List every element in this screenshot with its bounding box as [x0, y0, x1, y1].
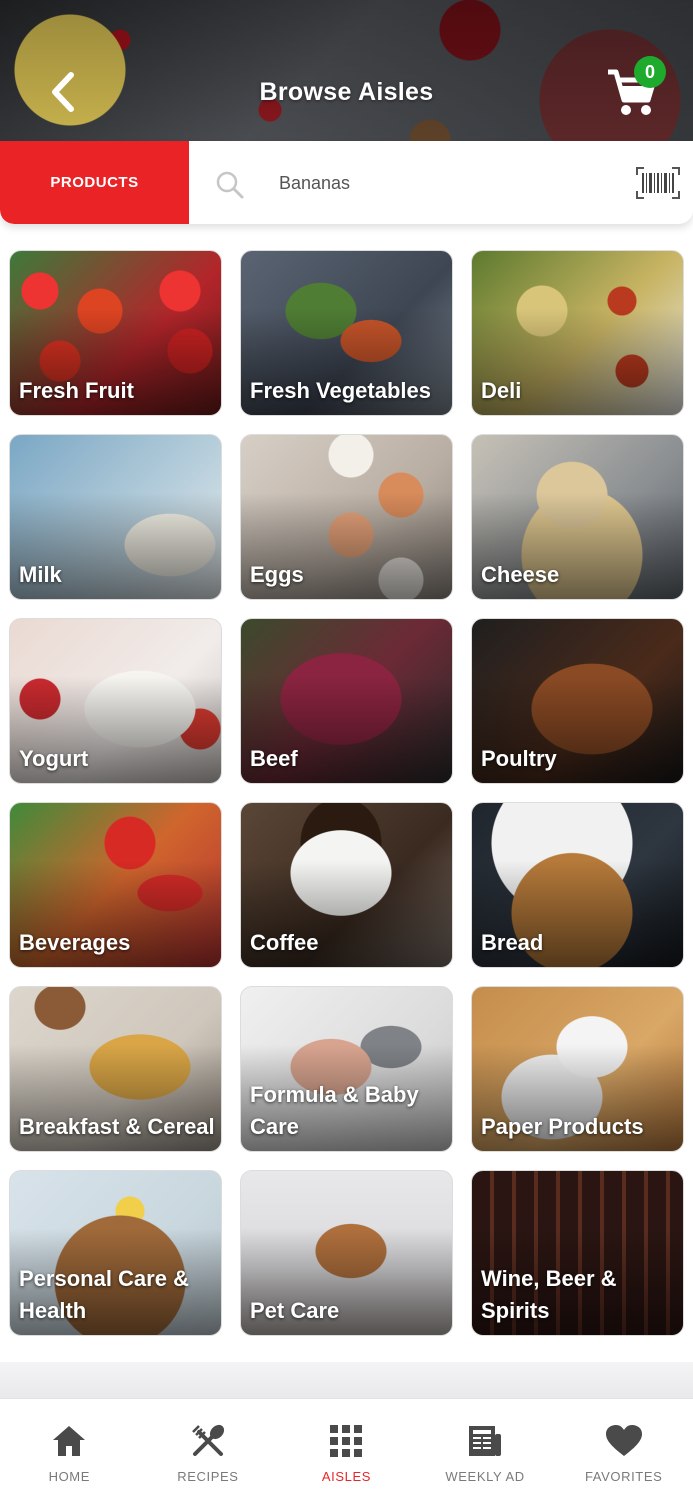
cart-count-badge: 0 — [634, 56, 666, 88]
search-icon — [216, 171, 244, 199]
aisle-tile-wine-beer-spirits[interactable]: Wine, Beer & Spirits — [471, 1170, 684, 1336]
nav-label: HOME — [48, 1469, 90, 1484]
search-input[interactable] — [279, 167, 609, 199]
aisle-tile-poultry[interactable]: Poultry — [471, 618, 684, 784]
aisle-tile-coffee[interactable]: Coffee — [240, 802, 453, 968]
home-icon — [49, 1421, 89, 1461]
nav-item-weekly-ad[interactable]: WEEKLY AD — [416, 1399, 555, 1500]
search-field — [189, 141, 693, 224]
aisle-tile-milk[interactable]: Milk — [9, 434, 222, 600]
nav-label: RECIPES — [177, 1469, 239, 1484]
aisle-label: Fresh Fruit — [19, 378, 134, 403]
aisle-tile-breakfast-cereal[interactable]: Breakfast & Cereal — [9, 986, 222, 1152]
bottom-nav: HOME RECIPES AISLES WEEKLY AD FAVORITES — [0, 1398, 693, 1500]
aisle-tile-paper-products[interactable]: Paper Products — [471, 986, 684, 1152]
aisle-label: Beef — [250, 746, 298, 771]
nav-item-recipes[interactable]: RECIPES — [139, 1399, 278, 1500]
aisle-tile-personal-care-health[interactable]: Personal Care & Health — [9, 1170, 222, 1336]
utensils-icon — [188, 1421, 228, 1461]
aisle-label: Coffee — [250, 930, 319, 955]
aisle-label: Bread — [481, 930, 544, 955]
aisle-label: Deli — [481, 378, 522, 403]
nav-separator — [0, 1362, 693, 1398]
header-banner: Browse Aisles 0 — [0, 0, 693, 162]
nav-label: FAVORITES — [584, 1469, 663, 1484]
aisle-tile-fresh-fruit[interactable]: Fresh Fruit — [9, 250, 222, 416]
aisle-tile-beverages[interactable]: Beverages — [9, 802, 222, 968]
aisle-label: Milk — [19, 562, 62, 587]
nav-item-favorites[interactable]: FAVORITES — [554, 1399, 693, 1500]
nav-item-aisles[interactable]: AISLES — [277, 1399, 416, 1500]
aisle-label: Pet Care — [250, 1298, 340, 1323]
barcode-icon[interactable] — [636, 167, 680, 199]
grid-icon — [326, 1421, 366, 1461]
aisle-tile-formula-baby-care[interactable]: Formula & Baby Care — [240, 986, 453, 1152]
heart-icon — [604, 1421, 644, 1461]
cart-button[interactable]: 0 — [606, 56, 670, 122]
aisle-tile-deli[interactable]: Deli — [471, 250, 684, 416]
page-title: Browse Aisles — [259, 78, 434, 106]
aisle-tile-cheese[interactable]: Cheese — [471, 434, 684, 600]
aisle-label: Personal Care & Health — [19, 1266, 189, 1323]
aisle-tile-eggs[interactable]: Eggs — [240, 434, 453, 600]
aisle-label: Fresh Vegetables — [250, 378, 431, 403]
aisle-tile-yogurt[interactable]: Yogurt — [9, 618, 222, 784]
aisle-label: Paper Products — [481, 1114, 644, 1139]
app-screen: Browse Aisles 0 PRODUCTS Bananas Fresh F… — [0, 0, 693, 1500]
aisle-tile-bread[interactable]: Bread — [471, 802, 684, 968]
aisle-label: Poultry — [481, 746, 557, 771]
aisle-tile-pet-care[interactable]: Pet Care — [240, 1170, 453, 1336]
aisle-label: Cheese — [481, 562, 560, 587]
aisle-label: Formula & Baby Care — [250, 1082, 419, 1139]
aisle-label: Wine, Beer & Spirits — [481, 1266, 617, 1323]
aisle-label: Yogurt — [19, 746, 89, 771]
aisle-tile-fresh-vegetables[interactable]: Fresh Vegetables — [240, 250, 453, 416]
newspaper-icon — [465, 1421, 505, 1461]
nav-item-home[interactable]: HOME — [0, 1399, 139, 1500]
nav-label: AISLES — [321, 1469, 372, 1484]
products-scope-button[interactable]: PRODUCTS — [0, 141, 189, 224]
aisle-label: Beverages — [19, 930, 131, 955]
aisle-tile-beef[interactable]: Beef — [240, 618, 453, 784]
aisle-label: Breakfast & Cereal — [19, 1114, 215, 1139]
aisle-label: Eggs — [250, 562, 304, 587]
aisle-grid: Fresh Fruit Fresh Vegetables Deli Milk E… — [9, 250, 684, 1336]
search-bar: PRODUCTS — [0, 141, 693, 224]
nav-label: WEEKLY AD — [445, 1469, 525, 1484]
